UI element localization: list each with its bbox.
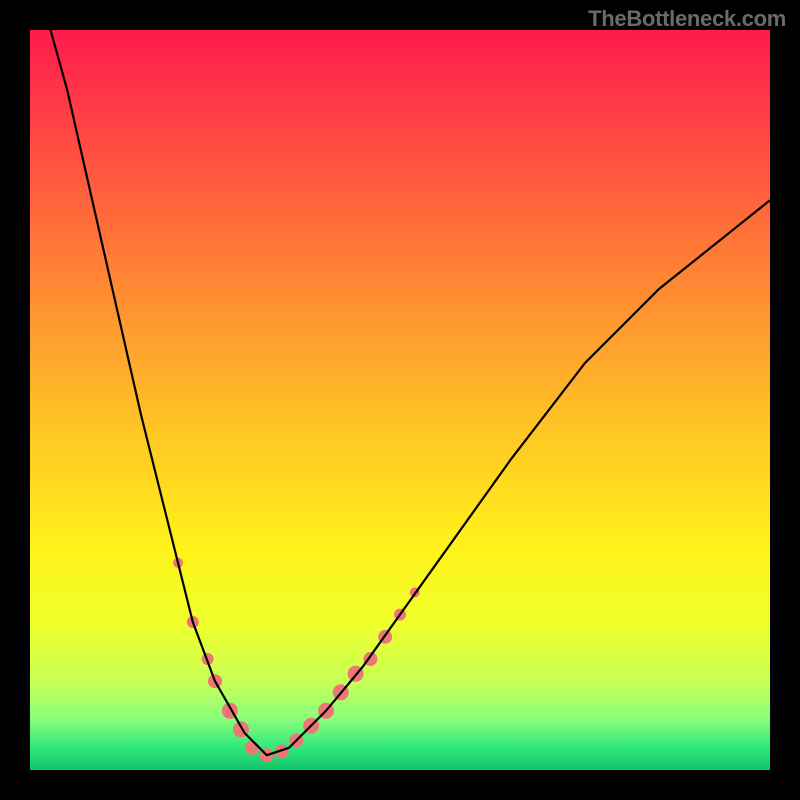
chart-container: TheBottleneck.com bbox=[0, 0, 800, 800]
curve-layer bbox=[30, 30, 770, 770]
plot-area bbox=[30, 30, 770, 770]
data-marker bbox=[245, 741, 259, 755]
watermark-label: TheBottleneck.com bbox=[588, 6, 786, 32]
bottleneck-curve bbox=[30, 30, 770, 755]
markers-group bbox=[173, 558, 420, 762]
